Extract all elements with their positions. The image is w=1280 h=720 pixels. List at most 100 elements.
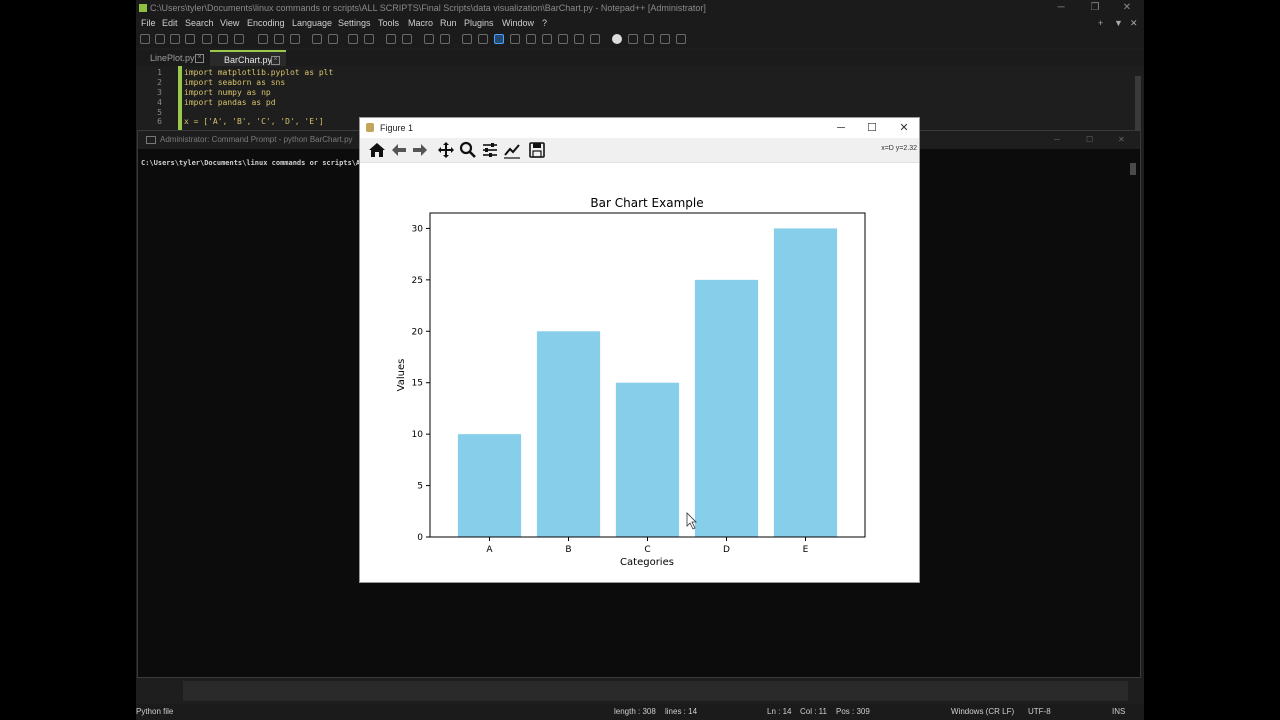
code-text: pandas as pd <box>212 98 276 107</box>
tab-close-icon[interactable]: × <box>271 56 280 65</box>
close-doc-icon[interactable]: ✕ <box>1130 16 1138 30</box>
menu-plugins[interactable]: Plugins <box>464 16 494 30</box>
play-macro-icon[interactable] <box>644 34 654 44</box>
pan-move-icon[interactable] <box>437 141 455 159</box>
menu-settings[interactable]: Settings <box>338 16 371 30</box>
record-macro-icon[interactable] <box>612 34 622 44</box>
code-text: matplotlib.pyplot as plt <box>212 68 334 77</box>
code-text: seaborn as sns <box>212 78 286 87</box>
sync-v-icon[interactable] <box>424 34 434 44</box>
figure-maximize-button[interactable]: ☐ <box>857 118 887 138</box>
open-file-icon[interactable] <box>155 34 165 44</box>
status-ln: Ln : 14 <box>767 707 792 716</box>
folder-workspace-icon[interactable] <box>574 34 584 44</box>
home-icon[interactable] <box>368 141 386 159</box>
zoom-magnifier-icon[interactable] <box>459 141 477 159</box>
print-icon[interactable] <box>234 34 244 44</box>
close-all-icon[interactable] <box>218 34 228 44</box>
line-number: 2 <box>157 78 162 87</box>
menu-help[interactable]: ? <box>542 16 547 30</box>
add-tab-icon[interactable]: + <box>1098 16 1103 30</box>
y-tick-label: 30 <box>412 224 424 234</box>
word-wrap-icon[interactable] <box>462 34 472 44</box>
menu-run[interactable]: Run <box>440 16 457 30</box>
line-number: 6 <box>157 117 162 126</box>
cmd-scrollbar[interactable] <box>1128 153 1138 673</box>
redo-icon[interactable] <box>328 34 338 44</box>
cmd-maximize-button[interactable]: ☐ <box>1086 131 1093 149</box>
cmd-minimize-button[interactable]: ─ <box>1054 131 1060 149</box>
y-tick-label: 5 <box>417 482 423 492</box>
code-line: import numpy as np <box>184 88 271 97</box>
status-language: Python file <box>136 707 174 716</box>
bar-C <box>615 382 680 537</box>
doc-list-icon[interactable] <box>542 34 552 44</box>
copy-icon[interactable] <box>274 34 284 44</box>
figure-close-button[interactable]: ✕ <box>889 118 919 138</box>
tab-lineplot[interactable]: LinePlot.py × <box>136 50 210 66</box>
code-keyword: import <box>184 98 213 107</box>
forward-arrow-icon[interactable] <box>411 141 429 159</box>
line-number: 3 <box>157 88 162 97</box>
menu-tools[interactable]: Tools <box>378 16 399 30</box>
y-tick-label: 15 <box>412 379 423 389</box>
replace-icon[interactable] <box>364 34 374 44</box>
code-keyword: import <box>184 88 213 97</box>
cmd-close-button[interactable]: ✕ <box>1118 131 1125 149</box>
zoom-out-icon[interactable] <box>402 34 412 44</box>
indent-guide-icon[interactable] <box>494 34 504 44</box>
status-eol: Windows (CR LF) <box>951 707 1015 716</box>
horizontal-scrollbar[interactable] <box>183 681 1128 701</box>
npp-close-button[interactable]: ✕ <box>1118 0 1136 16</box>
code-line: import matplotlib.pyplot as plt <box>184 68 333 77</box>
status-length: length : 308 <box>614 707 656 716</box>
save-macro-icon[interactable] <box>676 34 686 44</box>
function-list-icon[interactable] <box>558 34 568 44</box>
configure-subplots-icon[interactable] <box>481 141 499 159</box>
find-icon[interactable] <box>348 34 358 44</box>
cut-icon[interactable] <box>258 34 268 44</box>
sync-h-icon[interactable] <box>440 34 450 44</box>
figure-toolbar: x=D y=2.32 <box>360 138 919 163</box>
menu-encoding[interactable]: Encoding <box>247 16 285 30</box>
save-icon[interactable] <box>170 34 180 44</box>
menu-language[interactable]: Language <box>292 16 332 30</box>
status-pos: Pos : 309 <box>836 707 870 716</box>
menu-edit[interactable]: Edit <box>162 16 178 30</box>
cmd-scroll-thumb[interactable] <box>1130 163 1136 175</box>
menu-file[interactable]: File <box>141 16 156 30</box>
bar-chart[interactable]: Bar Chart Example 0 5 10 15 20 25 30 A B C D E Cat… <box>360 163 919 582</box>
npp-title-bar: C:\Users\tyler\Documents\linux commands … <box>136 0 1144 16</box>
x-tick-label: D <box>723 545 730 555</box>
npp-menu-bar: File Edit Search View Encoding Language … <box>136 16 1144 30</box>
y-tick-label: 20 <box>412 327 424 337</box>
show-all-chars-icon[interactable] <box>478 34 488 44</box>
stop-macro-icon[interactable] <box>628 34 638 44</box>
tab-close-icon[interactable]: × <box>195 54 204 63</box>
doc-map-icon[interactable] <box>526 34 536 44</box>
figure-window-title: Figure 1 <box>380 123 414 133</box>
npp-minimize-button[interactable]: ─ <box>1052 0 1070 16</box>
menu-window[interactable]: Window <box>502 16 534 30</box>
monitoring-icon[interactable] <box>590 34 600 44</box>
menu-view[interactable]: View <box>220 16 239 30</box>
paste-icon[interactable] <box>290 34 300 44</box>
new-file-icon[interactable] <box>140 34 150 44</box>
save-all-icon[interactable] <box>185 34 195 44</box>
code-text: numpy as np <box>212 88 271 97</box>
menu-macro[interactable]: Macro <box>408 16 433 30</box>
zoom-in-icon[interactable] <box>386 34 396 44</box>
close-icon[interactable] <box>202 34 212 44</box>
edit-axis-icon[interactable] <box>503 141 521 159</box>
menu-search[interactable]: Search <box>185 16 214 30</box>
undo-icon[interactable] <box>312 34 322 44</box>
save-figure-icon[interactable] <box>528 141 546 159</box>
npp-restore-button[interactable]: ❐ <box>1086 0 1104 16</box>
tab-list-icon[interactable]: ▼ <box>1114 16 1123 30</box>
code-keyword: import <box>184 68 213 77</box>
back-arrow-icon[interactable] <box>390 141 408 159</box>
lang-udl-icon[interactable] <box>510 34 520 44</box>
figure-minimize-button[interactable]: ─ <box>826 118 856 138</box>
tab-barchart[interactable]: BarChart.py × <box>210 50 286 66</box>
run-macro-multiple-icon[interactable] <box>660 34 670 44</box>
